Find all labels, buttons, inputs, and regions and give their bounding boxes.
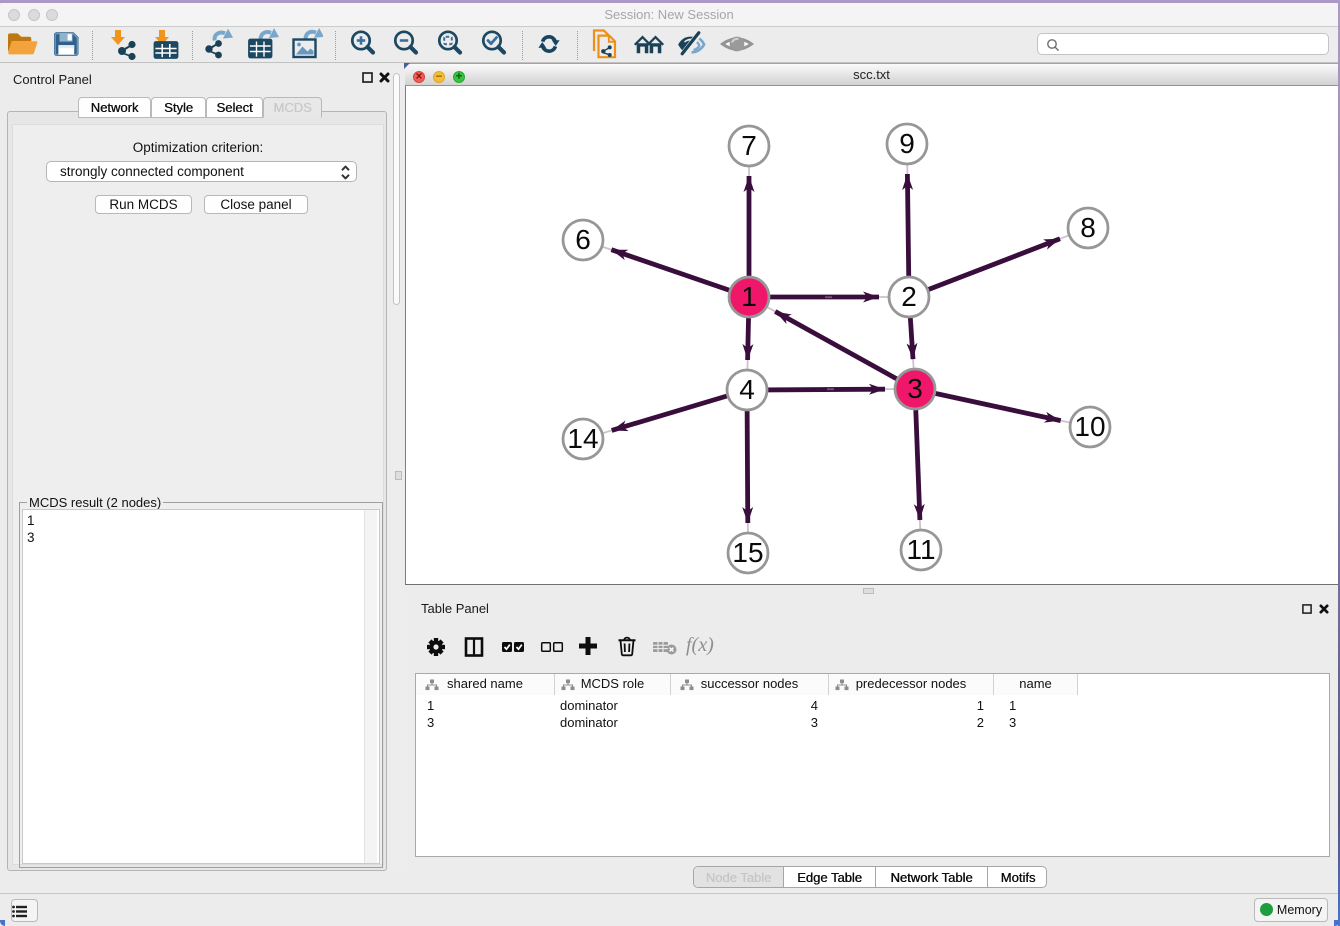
- svg-text:11: 11: [906, 534, 935, 565]
- svg-text:9: 9: [899, 128, 915, 159]
- svg-text:2: 2: [901, 281, 917, 312]
- svg-text:15: 15: [732, 537, 763, 568]
- svg-text:3: 3: [907, 373, 923, 404]
- svg-text:1: 1: [741, 281, 757, 312]
- svg-text:7: 7: [741, 130, 757, 161]
- svg-text:4: 4: [739, 374, 755, 405]
- svg-text:6: 6: [575, 224, 591, 255]
- svg-text:14: 14: [567, 423, 598, 454]
- svg-text:10: 10: [1074, 411, 1105, 442]
- svg-text:8: 8: [1080, 212, 1096, 243]
